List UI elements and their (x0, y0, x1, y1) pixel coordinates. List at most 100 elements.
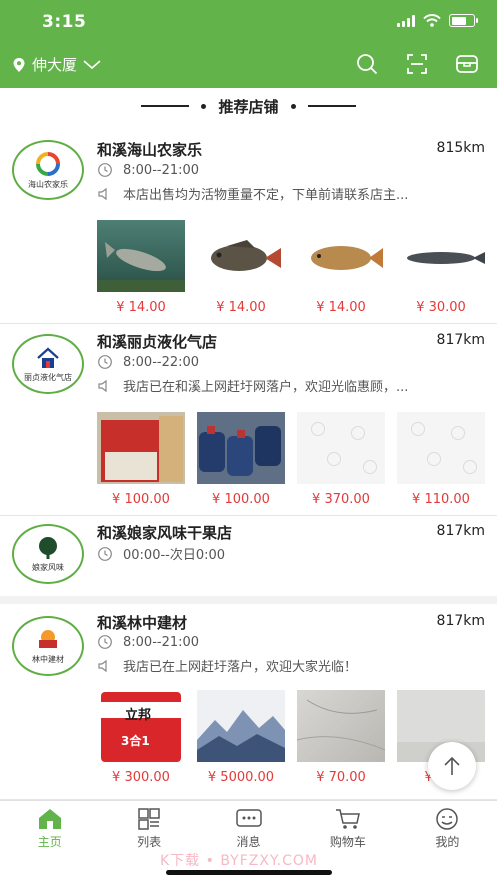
store-logo: 林中建材 (12, 616, 84, 676)
tree-logo-icon (39, 536, 57, 559)
store-card[interactable]: 林中建材 和溪林中建材 817km 8:00--21:00 我店已在上网赶圩落户… (0, 604, 497, 800)
product-image-marble-tile (297, 690, 385, 762)
tab-cart[interactable]: 购物车 (298, 801, 397, 856)
clock-icon (98, 355, 112, 369)
product-price: ¥ 5000.00 (207, 770, 275, 785)
store-notice-text: 我店已在和溪上网赶圩网落户，欢迎光临惠顾，... (123, 380, 409, 395)
store-hours-text: 00:00--次日0:00 (123, 548, 226, 563)
logo-caption: 丽贞液化气店 (24, 372, 72, 382)
product-item[interactable]: ¥ 14.00 (197, 220, 285, 315)
product-price: ¥ 100.00 (212, 492, 270, 507)
tab-list-label: 列表 (137, 835, 162, 849)
product-item[interactable]: ¥ 370.00 (297, 412, 385, 507)
store-hours: 00:00--次日0:00 (97, 544, 225, 563)
product-strip: ¥ 100.00 ¥ 100.00 ¥ 370.00 ¥ 110.00 (97, 412, 485, 507)
speaker-icon (98, 187, 107, 200)
tab-messages[interactable]: 消息 (199, 801, 298, 856)
home-icon (38, 809, 61, 829)
title-dot-right (290, 103, 296, 109)
product-price: ¥ 14.00 (216, 300, 266, 315)
location-pin-icon (13, 57, 25, 72)
product-price: ¥ 100.00 (112, 492, 170, 507)
store-name[interactable]: 和溪娘家风味干果店 (97, 522, 232, 543)
watermark: K下载 • BYFZXY.COM (160, 853, 319, 869)
store-name[interactable]: 和溪海山农家乐 (97, 139, 202, 160)
tab-profile[interactable]: 我的 (398, 801, 497, 856)
section-title: 推荐店铺 (0, 94, 497, 118)
product-price: ¥ 14.00 (116, 300, 166, 315)
store-hours-text: 8:00--21:00 (123, 162, 200, 178)
title-divider-left (141, 105, 190, 107)
list-grid-icon (138, 808, 160, 830)
section-title-text: 推荐店铺 (218, 97, 279, 116)
product-strip: ¥ 14.00 ¥ 14.00 ¥ 14.00 ¥ 30.00 (97, 220, 485, 315)
product-item[interactable]: ¥ 5000.00 (197, 690, 285, 785)
product-price: ¥ 70.00 (316, 770, 366, 785)
store-hours-text: 8:00--22:00 (123, 354, 200, 370)
spiral-logo-icon (36, 151, 60, 176)
title-dot-left (201, 103, 207, 109)
chevron-down-icon (83, 59, 101, 69)
product-image-ink-landscape-tile (197, 690, 285, 762)
product-image-gift-box (97, 412, 185, 484)
search-button[interactable] (355, 52, 379, 76)
status-icons (397, 14, 478, 27)
store-distance: 815km (436, 140, 485, 156)
building-logo-icon (39, 629, 57, 648)
message-icon (235, 809, 262, 827)
home-indicator (166, 870, 332, 875)
store-hours: 8:00--21:00 (97, 162, 199, 178)
product-image-fish-in-water (97, 220, 185, 292)
profile-icon (436, 808, 459, 830)
product-item[interactable]: ¥ 14.00 (297, 220, 385, 315)
product-price: ¥ 300.00 (112, 770, 170, 785)
product-item[interactable]: ¥ 14.00 (97, 220, 185, 315)
product-price: ¥ 30.00 (416, 300, 466, 315)
tab-list[interactable]: 列表 (99, 801, 198, 856)
tab-profile-label: 我的 (435, 835, 460, 849)
store-name[interactable]: 和溪林中建材 (97, 612, 187, 633)
product-image-paint-bucket: 立邦 3合1 (97, 690, 185, 762)
store-notice-text: 我店已在上网赶圩落户，欢迎大家光临！ (123, 660, 358, 675)
store-notice-text: 本店出售均为活物重量不定，下单前请联系店主... (123, 188, 409, 203)
product-image-placeholder (397, 412, 485, 484)
clock-icon (98, 546, 112, 561)
top-header: 3:15 伸大厦 (0, 0, 497, 88)
store-distance: 817km (436, 332, 485, 348)
store-notice: 我店已在和溪上网赶圩网落户，欢迎光临惠顾，... (97, 376, 473, 395)
store-notice: 我店已在上网赶圩落户，欢迎大家光临！ (97, 656, 473, 675)
store-card[interactable]: 娘家风味 和溪娘家风味干果店 817km 00:00--次日0:00 (0, 516, 497, 604)
product-image-gas-cylinders (197, 412, 285, 484)
header-actions (355, 52, 479, 76)
store-distance: 817km (436, 523, 485, 539)
speaker-icon (98, 659, 107, 672)
store-name[interactable]: 和溪丽贞液化气店 (97, 331, 217, 352)
tab-home[interactable]: 主页 (0, 801, 99, 856)
title-divider-right (307, 105, 356, 107)
store-card[interactable]: 海山农家乐 和溪海山农家乐 815km 8:00--21:00 本店出售均为活物… (0, 128, 497, 324)
location-selector[interactable]: 伸大厦 (12, 54, 101, 75)
product-item[interactable]: ¥ 110.00 (397, 412, 485, 507)
house-logo-icon (37, 347, 59, 368)
product-image-tilapia-fish (197, 220, 285, 292)
product-item[interactable]: ¥ 70.00 (297, 690, 385, 785)
logo-caption: 娘家风味 (32, 562, 64, 572)
product-item[interactable]: ¥ 30.00 (397, 220, 485, 315)
product-price: ¥ 370.00 (312, 492, 370, 507)
store-card[interactable]: 丽贞液化气店 和溪丽贞液化气店 817km 8:00--22:00 我店已在和溪… (0, 324, 497, 516)
scroll-to-top-button[interactable] (428, 742, 476, 790)
signal-icon (397, 14, 415, 27)
product-strip: 立邦 3合1 ¥ 300.00 ¥ 5000.00 ¥ 70.00 ¥ (97, 690, 485, 785)
product-item[interactable]: ¥ 100.00 (97, 412, 185, 507)
product-item[interactable]: ¥ 100.00 (197, 412, 285, 507)
message-box-button[interactable] (455, 52, 479, 76)
product-item[interactable]: 立邦 3合1 ¥ 300.00 (97, 690, 185, 785)
store-logo: 娘家风味 (12, 524, 84, 584)
cart-icon (335, 809, 360, 829)
arrow-up-icon (444, 756, 460, 775)
store-hours: 8:00--21:00 (97, 634, 199, 650)
product-price: ¥ 110.00 (412, 492, 470, 507)
scan-button[interactable] (405, 52, 429, 76)
store-logo: 丽贞液化气店 (12, 334, 84, 394)
store-list: 海山农家乐 和溪海山农家乐 815km 8:00--21:00 本店出售均为活物… (0, 128, 497, 800)
